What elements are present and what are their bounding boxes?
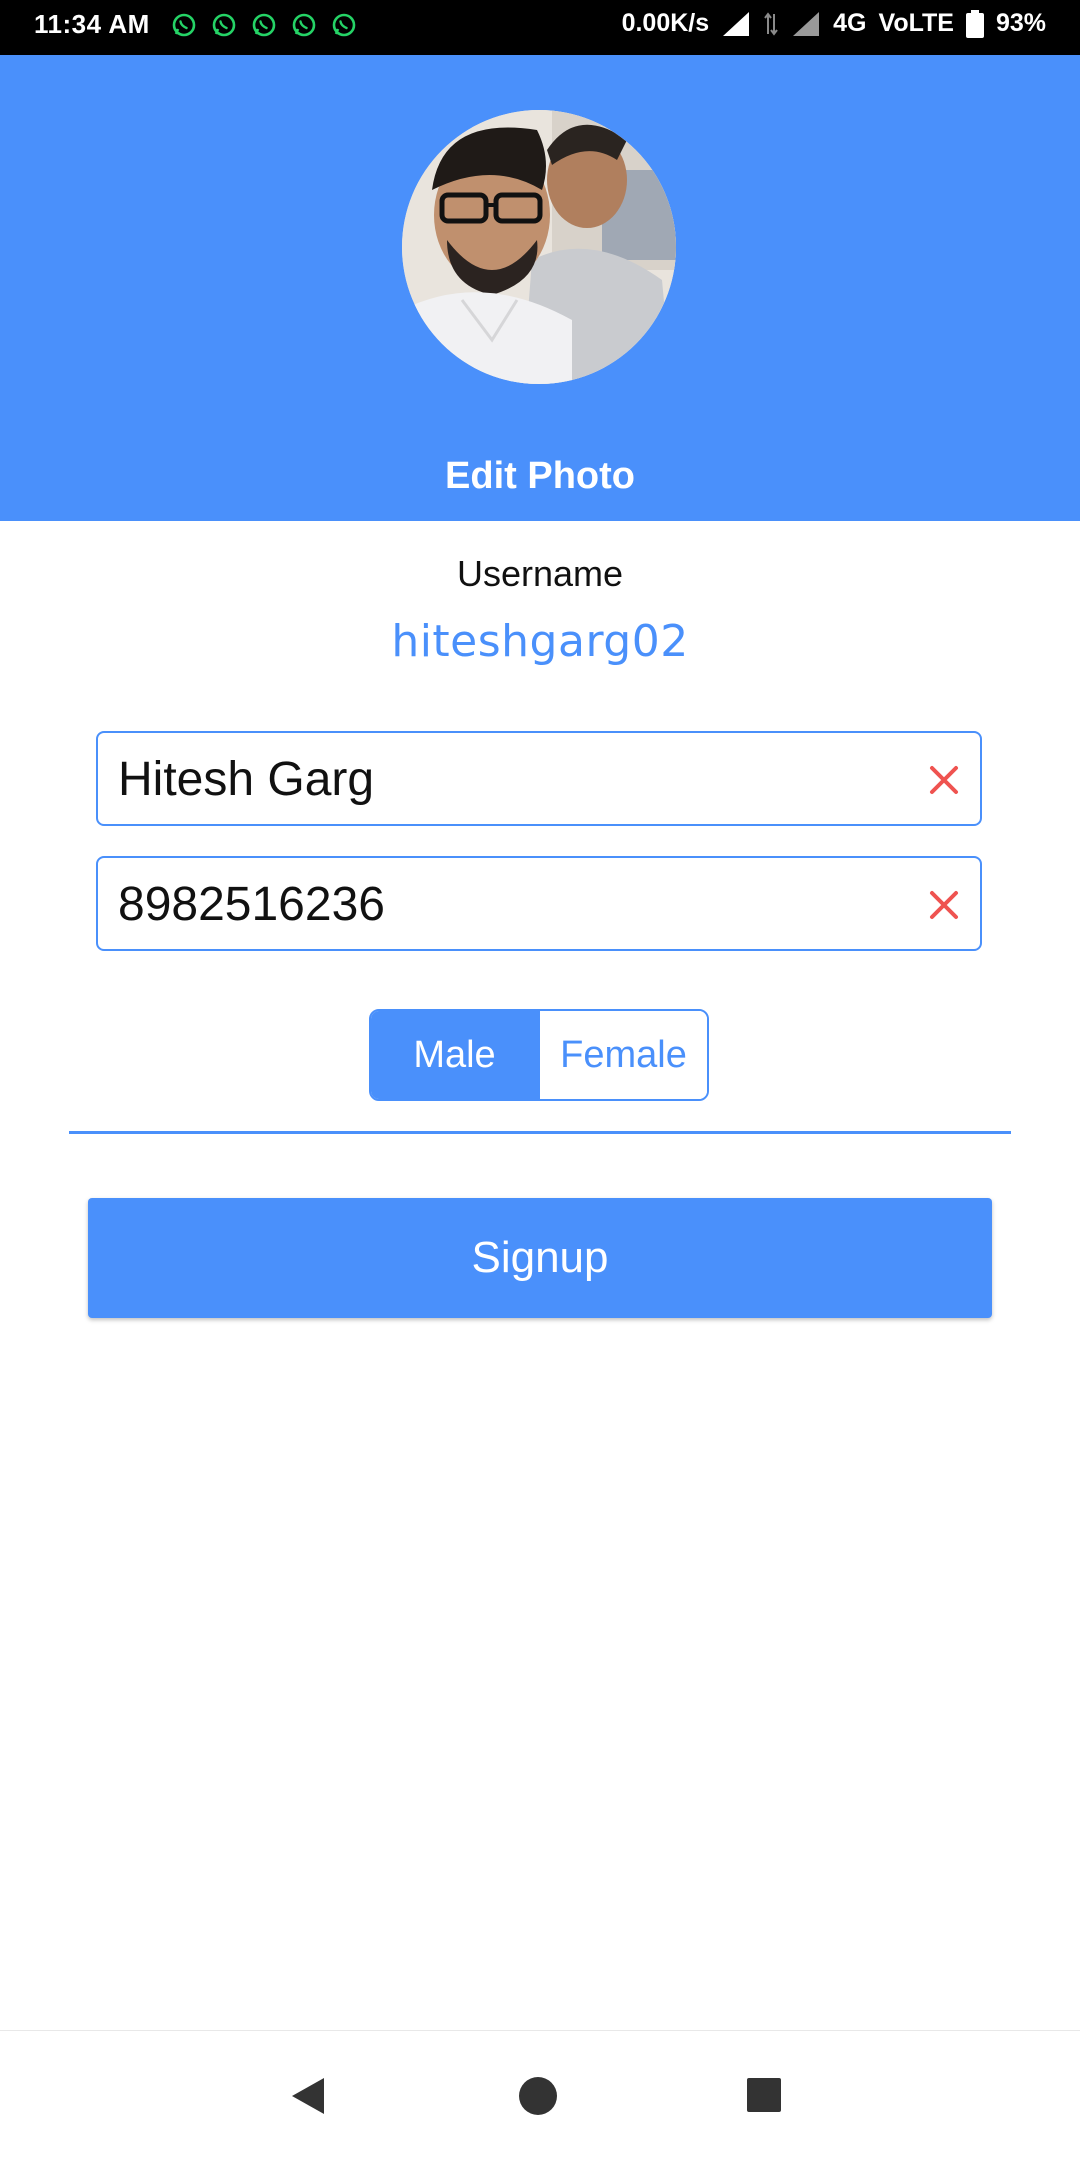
- phone-field[interactable]: 8982516236: [96, 856, 982, 951]
- signal-icon: [721, 10, 751, 38]
- signal-icon-2: [791, 10, 821, 38]
- gender-female-option[interactable]: Female: [538, 1011, 707, 1099]
- status-time: 11:34 AM: [34, 9, 150, 39]
- back-triangle-icon[interactable]: [288, 2076, 328, 2116]
- net-speed: 0.00K/s: [621, 9, 710, 37]
- close-icon[interactable]: [926, 762, 962, 798]
- status-bar: 11:34 AM 0.00K/s 4G VoLTE 93%: [0, 0, 1080, 55]
- volte-label: VoLTE: [878, 9, 954, 37]
- home-circle-icon[interactable]: [518, 2076, 558, 2116]
- network-type: 4G: [833, 9, 867, 37]
- whatsapp-icon: [252, 13, 276, 37]
- recents-square-icon[interactable]: [745, 2076, 783, 2114]
- profile-header: Edit Photo: [0, 55, 1080, 521]
- signup-screen: 11:34 AM 0.00K/s 4G VoLTE 93% Edit Photo…: [0, 0, 1080, 2160]
- gender-male-option[interactable]: Male: [371, 1011, 538, 1099]
- username-label: Username: [456, 553, 624, 594]
- avatar[interactable]: [402, 110, 676, 384]
- battery-icon: [965, 9, 984, 38]
- signup-button[interactable]: Signup: [88, 1198, 992, 1318]
- battery-percent: 93%: [995, 9, 1046, 37]
- phone-field-value: 8982516236: [118, 878, 385, 931]
- name-field[interactable]: Hitesh Garg: [96, 731, 982, 826]
- whatsapp-icon: [212, 13, 236, 37]
- notification-icons: [172, 13, 356, 37]
- status-right: 0.00K/s 4G VoLTE 93%: [622, 9, 1046, 38]
- whatsapp-icon: [332, 13, 356, 37]
- navigation-bar: [0, 2030, 1080, 2160]
- username-value: hiteshgarg02: [391, 616, 689, 667]
- data-arrows-icon: [763, 10, 779, 38]
- close-icon[interactable]: [926, 887, 962, 923]
- name-field-value: Hitesh Garg: [118, 753, 375, 806]
- divider: [69, 1131, 1011, 1134]
- gender-selector: Male Female: [369, 1009, 709, 1101]
- edit-photo-button[interactable]: Edit Photo: [0, 455, 1080, 498]
- whatsapp-icon: [172, 13, 196, 37]
- whatsapp-icon: [292, 13, 316, 37]
